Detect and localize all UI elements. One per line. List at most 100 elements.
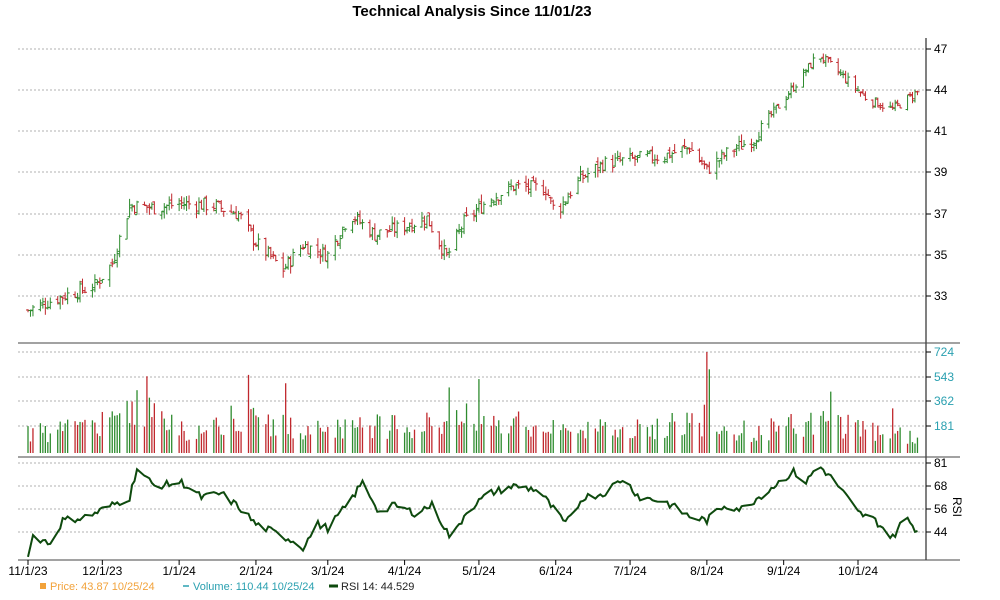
- ohlc-bar: [323, 244, 328, 262]
- ohlc-bar: [714, 151, 719, 180]
- ohlc-bar: [551, 199, 556, 210]
- ohlc-bar: [360, 219, 365, 230]
- legend-marker: [40, 583, 46, 589]
- volume-tick-label: 543: [934, 370, 954, 384]
- ohlc-bar: [860, 89, 865, 95]
- ohlc-bar: [645, 150, 650, 157]
- ohlc-bar: [427, 212, 432, 227]
- ohlc-bar: [719, 149, 724, 165]
- chart-title: Technical Analysis Since 11/01/23: [352, 3, 591, 20]
- ohlc-bar: [568, 191, 573, 199]
- ohlc-bar: [637, 150, 642, 158]
- ohlc-bar: [618, 152, 623, 163]
- ohlc-bar: [149, 202, 154, 210]
- ohlc-bar: [662, 156, 667, 164]
- ohlc-bar: [308, 245, 313, 259]
- ohlc-bar: [558, 203, 563, 219]
- ohlc-bar: [184, 196, 189, 211]
- ohlc-bar: [687, 147, 692, 154]
- ohlc-bar: [236, 210, 241, 222]
- ohlc-bar: [794, 84, 799, 94]
- ohlc-bar: [462, 213, 467, 235]
- ohlc-bar: [878, 103, 883, 110]
- ohlc-bar: [471, 209, 476, 222]
- ohlc-bar: [248, 224, 253, 232]
- ohlc-bar: [30, 304, 35, 317]
- ohlc-bar: [281, 252, 286, 278]
- ohlc-bar: [194, 201, 199, 219]
- x-tick-label: 5/1/24: [462, 564, 496, 578]
- rsi-axis-label: RSI: [950, 497, 964, 517]
- ohlc-bar: [776, 103, 781, 109]
- ohlc-bar: [732, 149, 737, 158]
- ohlc-bar: [187, 195, 192, 210]
- ohlc-bar: [291, 248, 296, 267]
- price-tick-label: 37: [934, 207, 948, 221]
- ohlc-bar: [578, 165, 583, 182]
- x-tick-label: 8/1/24: [690, 564, 724, 578]
- rsi-tick-label: 81: [934, 456, 948, 470]
- ohlc-bar: [598, 161, 603, 174]
- x-axis-ticks: 11/1/23 12/1/23 1/1/24 2/1/24 3/1/24 4/1/24 5/…: [8, 560, 878, 578]
- ohlc-bar: [402, 217, 407, 236]
- ohlc-bar: [724, 147, 729, 161]
- ohlc-bar: [749, 138, 754, 153]
- x-tick-label: 11/1/23: [8, 564, 47, 578]
- ohlc-bar: [771, 102, 776, 118]
- ohlc-bar: [808, 62, 813, 69]
- volume-tick-label: 724: [934, 345, 954, 359]
- ohlc-bar: [476, 198, 481, 213]
- rsi-tick-label: 44: [934, 525, 948, 539]
- ohlc-bar: [320, 243, 325, 262]
- price-bars: [26, 53, 920, 317]
- ohlc-bar: [561, 196, 566, 215]
- ohlc-bar: [338, 235, 343, 250]
- ohlc-bar: [196, 197, 201, 215]
- ohlc-bar: [442, 239, 447, 261]
- rsi-line-group: [27, 465, 918, 558]
- ohlc-bar: [100, 278, 105, 284]
- ohlc-bar: [271, 251, 276, 259]
- legend: Price: 43.87 10/25/24 Volume: 110.44 10/2…: [40, 581, 414, 593]
- rsi-tick-label: 68: [934, 479, 948, 493]
- ohlc-bar: [690, 141, 694, 151]
- ohlc-bar: [152, 201, 157, 215]
- ohlc-bar: [769, 110, 774, 118]
- technical-analysis-chart: Technical Analysis Since 11/01/23 33 35 37…: [8, 3, 964, 593]
- ohlc-bar: [655, 154, 660, 165]
- ohlc-bar: [603, 156, 608, 172]
- ohlc-bar: [628, 147, 633, 162]
- ohlc-bar: [179, 196, 184, 209]
- ohlc-bar: [546, 189, 551, 197]
- ohlc-bar: [43, 297, 48, 315]
- ohlc-bar: [298, 244, 303, 257]
- ohlc-bar: [177, 198, 182, 212]
- ohlc-bar: [132, 205, 137, 215]
- ohlc-bar: [811, 53, 816, 70]
- ohlc-bar: [340, 226, 345, 239]
- ohlc-bar: [286, 255, 291, 270]
- ohlc-bar: [358, 210, 362, 225]
- legend-label: RSI 14: 44.529: [341, 581, 414, 593]
- x-tick-label: 4/1/24: [388, 564, 422, 578]
- ohlc-bar: [910, 91, 915, 104]
- ohlc-bar: [846, 72, 851, 88]
- ohlc-bar: [593, 163, 598, 178]
- ohlc-bar: [55, 296, 60, 305]
- ohlc-bar: [898, 104, 903, 109]
- ohlc-bar: [600, 159, 605, 174]
- ohlc-bar: [45, 300, 50, 310]
- ohlc-bar: [78, 280, 83, 303]
- ohlc-bar: [447, 247, 452, 259]
- x-tick-label: 1/1/24: [162, 564, 196, 578]
- ohlc-bar: [789, 82, 794, 99]
- grid-lines: [18, 48, 926, 533]
- ohlc-bar: [863, 91, 868, 101]
- ohlc-bar: [437, 231, 442, 250]
- ohlc-bar: [620, 157, 625, 166]
- ohlc-bar: [672, 143, 677, 154]
- ohlc-bar: [216, 200, 221, 203]
- ohlc-bar: [343, 228, 348, 232]
- ohlc-bar: [350, 220, 355, 234]
- ohlc-bar: [60, 296, 65, 305]
